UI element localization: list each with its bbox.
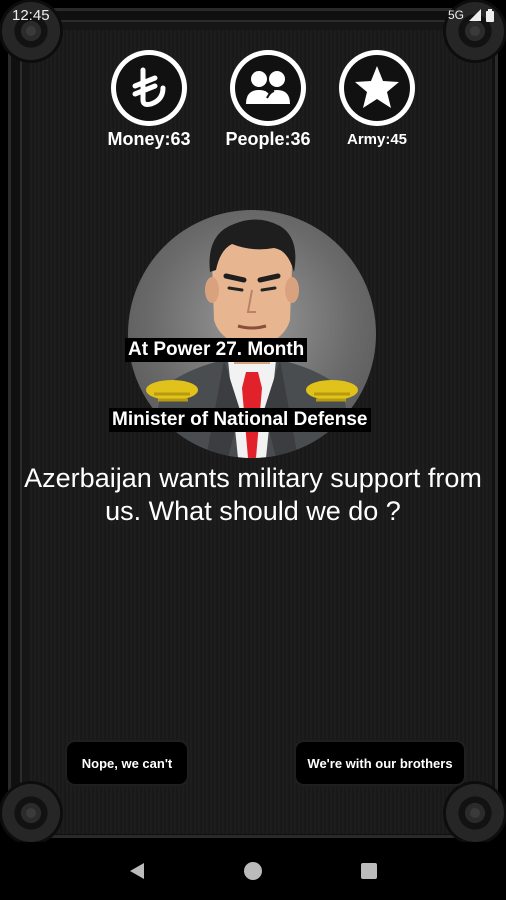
people-label: People:36 [225, 129, 311, 149]
status-bar: 12:45 5G [0, 0, 506, 30]
corner-bolt-bottom-left [2, 784, 60, 842]
stat-army: Army:45 [322, 50, 432, 148]
battery-icon [486, 8, 494, 22]
status-time: 12:45 [12, 6, 50, 24]
network-type: 5G [447, 8, 464, 22]
support-button[interactable]: We're with our brothers [294, 740, 466, 786]
minister-role-label: Minister of National Defense [109, 408, 371, 432]
system-nav-bar [0, 842, 506, 900]
at-power-label: At Power 27. Month [125, 338, 308, 362]
stat-money: Money:63 [94, 50, 204, 150]
home-icon[interactable] [243, 861, 263, 881]
star-icon [355, 66, 399, 108]
money-label: Money:63 [107, 129, 191, 149]
back-icon[interactable] [128, 861, 146, 881]
signal-icon [469, 9, 481, 21]
decline-button[interactable]: Nope, we can't [65, 740, 189, 786]
lira-icon [132, 67, 166, 107]
money-meter [111, 50, 187, 126]
army-meter [339, 50, 415, 126]
people-meter [230, 50, 306, 126]
recents-icon[interactable] [360, 862, 378, 880]
event-question: Azerbaijan wants military support from u… [24, 463, 482, 526]
stat-people: People:36 [213, 50, 323, 150]
people-icon [246, 71, 290, 104]
corner-bolt-bottom-right [446, 784, 504, 842]
status-icons: 5G [448, 8, 494, 22]
army-label: Army:45 [346, 131, 408, 148]
